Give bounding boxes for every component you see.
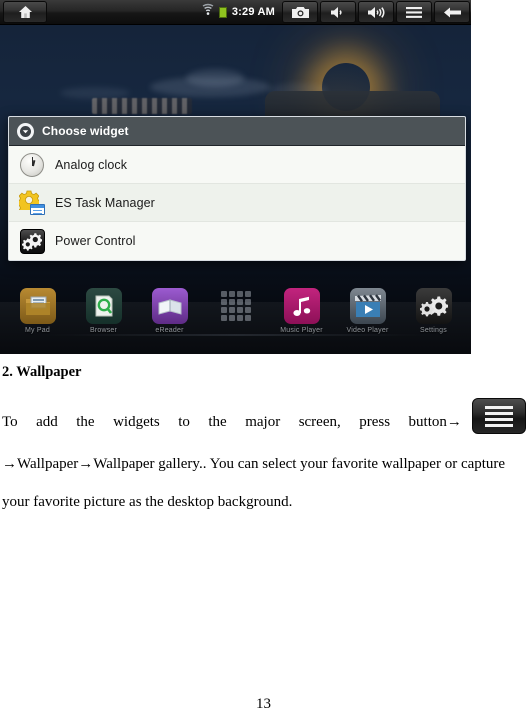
volume-down-icon bbox=[330, 6, 347, 19]
word: press bbox=[359, 414, 391, 430]
gears-icon bbox=[415, 288, 452, 324]
paragraph-line-1: To add the widgets to the major screen, … bbox=[2, 414, 462, 431]
dock-label: eReader bbox=[155, 327, 184, 334]
word: button→ bbox=[408, 414, 462, 430]
dock-label: My Pad bbox=[25, 327, 50, 334]
video-play-icon bbox=[349, 288, 386, 324]
dock-item-app-drawer[interactable] bbox=[211, 288, 261, 327]
volume-up-button[interactable] bbox=[358, 1, 394, 23]
dock-label: Settings bbox=[420, 327, 447, 334]
volume-up-icon bbox=[367, 6, 386, 19]
dock: My Pad Browser eReader Music Player Vide… bbox=[0, 288, 471, 334]
home-widget-placeholder[interactable] bbox=[92, 98, 192, 114]
dock-label: Music Player bbox=[280, 327, 323, 334]
widget-item-label: Power Control bbox=[55, 234, 136, 248]
word: screen, bbox=[298, 414, 341, 430]
dialog-header: Choose widget bbox=[9, 117, 465, 146]
paragraph-line-2: →Wallpaper→Wallpaper gallery.. You can s… bbox=[2, 456, 506, 472]
widget-list-item-es-task-manager[interactable]: ES Task Manager bbox=[9, 184, 465, 222]
page-number: 13 bbox=[256, 696, 271, 712]
dock-item-browser[interactable]: Browser bbox=[79, 288, 129, 334]
app-drawer-icon bbox=[218, 288, 254, 324]
android-screenshot: Sunny Shanghai, China My Pad bbox=[0, 0, 471, 354]
word: the bbox=[76, 414, 95, 430]
widget-list-item-analog-clock[interactable]: Analog clock bbox=[9, 146, 465, 184]
chevron-down-circle-icon bbox=[17, 122, 34, 140]
system-bar: 3:29 AM bbox=[0, 0, 471, 25]
paragraph-line-3: your favorite picture as the desktop bac… bbox=[2, 494, 293, 510]
choose-widget-dialog: Choose widget Analog clock ES Task Manag… bbox=[8, 116, 466, 261]
dock-item-video-player[interactable]: Video Player bbox=[343, 288, 393, 334]
dialog-title: Choose widget bbox=[42, 124, 129, 138]
dock-shelf-edge bbox=[36, 334, 436, 336]
dock-label: Browser bbox=[89, 327, 118, 334]
back-button[interactable] bbox=[434, 1, 470, 23]
camera-icon bbox=[291, 6, 309, 19]
ereader-icon bbox=[151, 288, 188, 324]
back-arrow-icon bbox=[443, 6, 461, 19]
widget-item-label: ES Task Manager bbox=[55, 195, 155, 210]
word: the bbox=[208, 414, 227, 430]
status-clock: 3:29 AM bbox=[231, 6, 275, 18]
section-heading: 2. Wallpaper bbox=[2, 364, 82, 380]
word: To bbox=[2, 414, 18, 430]
volume-down-button[interactable] bbox=[320, 1, 356, 23]
word: major bbox=[245, 414, 281, 430]
dock-item-settings[interactable]: Settings bbox=[409, 288, 459, 334]
home-button[interactable] bbox=[3, 1, 47, 23]
analog-clock-icon bbox=[19, 152, 45, 178]
word: widgets bbox=[113, 414, 160, 430]
dock-label: Video Player bbox=[346, 327, 389, 334]
music-note-icon bbox=[283, 288, 320, 324]
word: add bbox=[36, 414, 58, 430]
menu-icon bbox=[406, 6, 422, 19]
menu-button[interactable] bbox=[396, 1, 432, 23]
word: to bbox=[178, 414, 190, 430]
es-task-manager-icon bbox=[19, 190, 45, 216]
widget-item-label: Analog clock bbox=[55, 157, 128, 172]
battery-icon bbox=[218, 6, 227, 18]
wifi-icon bbox=[202, 3, 214, 21]
folder-icon bbox=[19, 288, 56, 324]
dock-item-my-pad[interactable]: My Pad bbox=[13, 288, 63, 334]
camera-button[interactable] bbox=[282, 1, 318, 23]
power-control-icon bbox=[19, 228, 45, 254]
dock-item-music-player[interactable]: Music Player bbox=[277, 288, 327, 334]
widget-list-item-power-control[interactable]: Power Control bbox=[9, 222, 465, 260]
inline-menu-button-graphic bbox=[472, 398, 526, 434]
dock-item-ereader[interactable]: eReader bbox=[145, 288, 195, 334]
home-icon bbox=[18, 5, 33, 19]
cloud-graphic bbox=[186, 69, 244, 87]
browser-icon bbox=[85, 288, 122, 324]
status-cluster: 3:29 AM bbox=[202, 1, 275, 23]
